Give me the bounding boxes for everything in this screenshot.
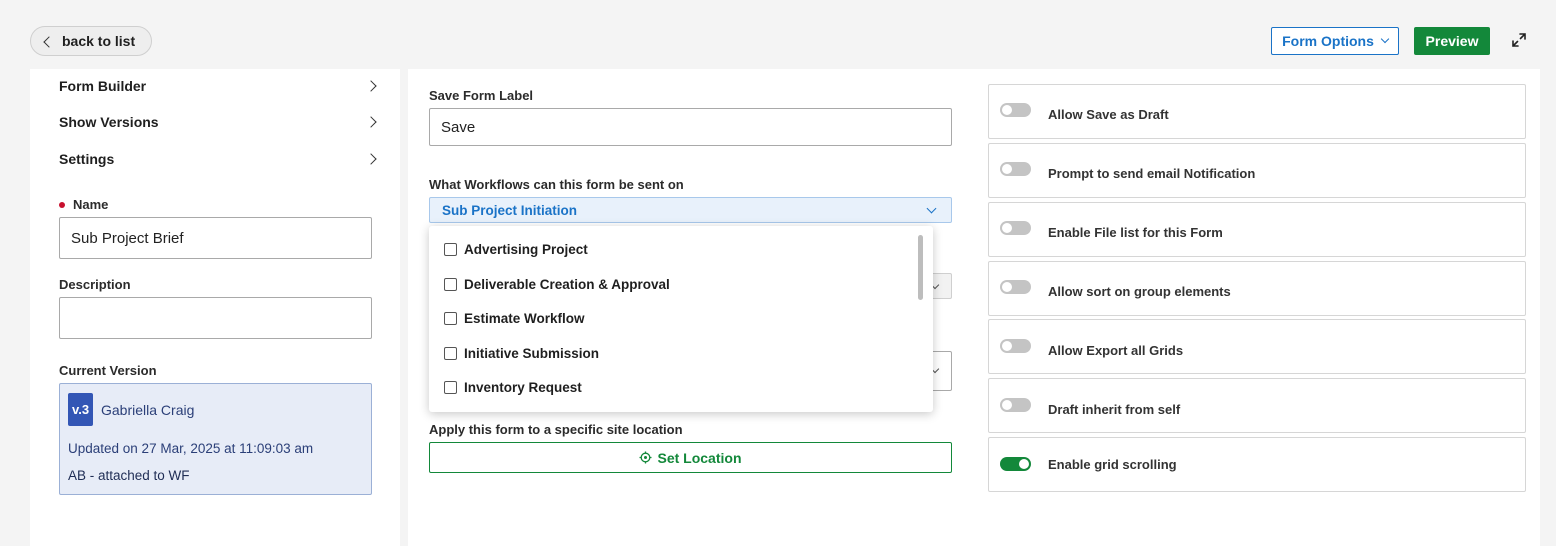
toggle-switch[interactable]	[1000, 103, 1031, 117]
toggle-label: Allow Save as Draft	[1048, 107, 1169, 122]
description-label: Description	[59, 277, 131, 292]
toggle-switch[interactable]	[1000, 280, 1031, 294]
workflow-option-label: Advertising Project	[464, 241, 588, 257]
back-to-list-label: back to list	[62, 33, 136, 49]
workflow-option[interactable]: Estimate Workflow	[444, 308, 585, 328]
save-form-label-input[interactable]: Save	[429, 108, 952, 146]
form-options-label: Form Options	[1282, 33, 1374, 49]
workflow-option-label: Deliverable Creation & Approval	[464, 276, 670, 292]
checkbox[interactable]	[444, 311, 457, 325]
toggle-row-allow-save-draft: Allow Save as Draft	[988, 84, 1526, 139]
version-note: AB - attached to WF	[68, 468, 190, 483]
toggle-row-grid-scrolling: Enable grid scrolling	[988, 437, 1526, 492]
workflow-option-label: Initiative Submission	[464, 345, 600, 361]
dropdown-scrollbar[interactable]	[918, 235, 923, 300]
expand-icon[interactable]	[1510, 31, 1528, 49]
preview-button[interactable]: Preview	[1414, 27, 1490, 55]
name-input[interactable]: Sub Project Brief	[59, 217, 372, 259]
toggle-row-file-list: Enable File list for this Form	[988, 202, 1526, 257]
toggle-knob	[1002, 105, 1012, 115]
toggle-knob	[1002, 223, 1012, 233]
toggle-row-export-grids: Allow Export all Grids	[988, 319, 1526, 374]
checkbox[interactable]	[444, 277, 457, 291]
name-label: Name	[59, 197, 108, 212]
chevron-left-icon	[43, 35, 55, 48]
chevron-right-icon	[365, 80, 377, 92]
name-input-value: Sub Project Brief	[71, 229, 184, 247]
toggle-switch[interactable]	[1000, 457, 1031, 471]
toggle-label: Allow sort on group elements	[1048, 284, 1231, 299]
form-options-dropdown[interactable]: Form Options	[1271, 27, 1399, 55]
workflows-select[interactable]: Sub Project Initiation	[429, 197, 952, 223]
nav-show-versions[interactable]: Show Versions	[59, 112, 379, 132]
current-version-card: v.3 Gabriella Craig Updated on 27 Mar, 2…	[59, 383, 372, 495]
toggle-label: Allow Export all Grids	[1048, 343, 1184, 358]
toggle-switch[interactable]	[1000, 221, 1031, 235]
preview-label: Preview	[1425, 33, 1479, 49]
version-updated: Updated on 27 Mar, 2025 at 11:09:03 am	[68, 441, 314, 456]
save-form-label-value: Save	[441, 118, 476, 136]
toggle-row-sort-group: Allow sort on group elements	[988, 261, 1526, 316]
current-version-label: Current Version	[59, 363, 157, 378]
toggle-knob	[1002, 282, 1012, 292]
workflow-option-label: Inventory Request	[464, 379, 582, 395]
nav-label: Form Builder	[59, 78, 147, 94]
workflows-title: What Workflows can this form be sent on	[429, 177, 684, 192]
toggle-knob	[1002, 341, 1012, 351]
toggle-knob	[1019, 459, 1029, 469]
toggle-row-draft-inherit: Draft inherit from self	[988, 378, 1526, 433]
checkbox[interactable]	[444, 380, 457, 394]
location-target-icon	[639, 451, 652, 464]
workflow-option-label: Estimate Workflow	[464, 310, 585, 326]
workflows-selected-value: Sub Project Initiation	[442, 202, 578, 218]
toggle-switch[interactable]	[1000, 398, 1031, 412]
set-location-label: Set Location	[657, 449, 742, 466]
toggle-label: Enable File list for this Form	[1048, 225, 1223, 240]
name-label-text: Name	[73, 197, 109, 212]
nav-label: Settings	[59, 151, 115, 167]
workflow-option[interactable]: Deliverable Creation & Approval	[444, 274, 670, 294]
set-location-button[interactable]: Set Location	[429, 442, 952, 473]
version-user: Gabriella Craig	[101, 402, 195, 418]
checkbox[interactable]	[444, 242, 457, 256]
nav-form-builder[interactable]: Form Builder	[59, 76, 379, 96]
workflow-option[interactable]: Advertising Project	[444, 239, 588, 259]
toggle-switch[interactable]	[1000, 339, 1031, 353]
nav-settings[interactable]: Settings	[59, 149, 379, 169]
chevron-right-icon	[365, 116, 377, 128]
required-indicator	[59, 201, 65, 208]
toggle-row-email-notification: Prompt to send email Notification	[988, 143, 1526, 198]
nav-label: Show Versions	[59, 114, 159, 130]
toggle-knob	[1002, 400, 1012, 410]
checkbox[interactable]	[444, 346, 457, 360]
toggle-label: Enable grid scrolling	[1048, 457, 1177, 472]
toggle-switch[interactable]	[1000, 162, 1031, 176]
workflow-option[interactable]: Inventory Request	[444, 377, 582, 397]
workflows-dropdown-menu: Advertising Project Deliverable Creation…	[429, 226, 933, 412]
description-input[interactable]	[59, 297, 372, 339]
back-to-list-button[interactable]: back to list	[30, 26, 152, 56]
location-title: Apply this form to a specific site locat…	[429, 422, 683, 437]
save-form-label-title: Save Form Label	[429, 88, 534, 103]
toggle-label: Prompt to send email Notification	[1048, 166, 1256, 181]
chevron-right-icon	[365, 153, 377, 165]
workflow-option[interactable]: Initiative Submission	[444, 343, 599, 363]
toggle-label: Draft inherit from self	[1048, 402, 1181, 417]
version-badge: v.3	[68, 393, 93, 426]
chevron-down-icon	[1380, 34, 1390, 44]
chevron-down-icon	[926, 203, 937, 214]
left-panel: Form Builder Show Versions Settings Name…	[30, 69, 400, 546]
toggle-knob	[1002, 164, 1012, 174]
